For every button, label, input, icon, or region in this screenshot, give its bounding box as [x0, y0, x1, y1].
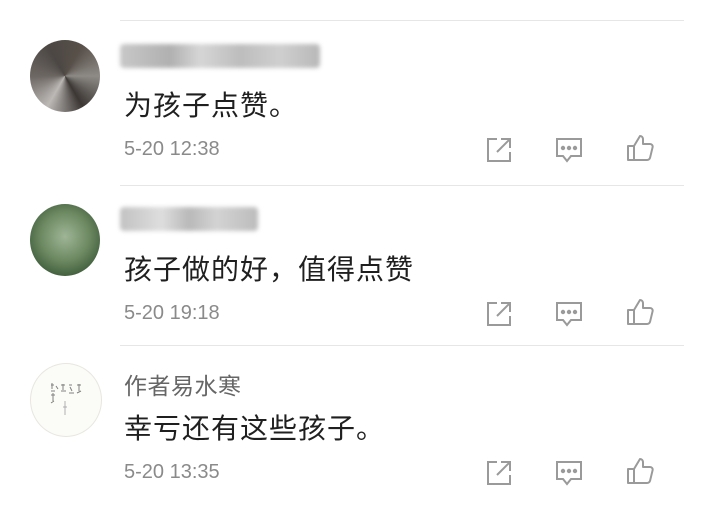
share-icon[interactable] — [483, 457, 515, 489]
share-icon[interactable] — [483, 298, 515, 330]
comment-item-3: 作者易水寒 幸亏还有这些孩子。 5-20 13:35 — [0, 0, 726, 486]
thumbs-up-icon[interactable] — [624, 455, 656, 487]
comment-timestamp: 5-20 13:35 — [124, 461, 220, 483]
divider — [120, 345, 684, 346]
divider — [120, 185, 684, 186]
thumbs-up-icon[interactable] — [624, 296, 656, 328]
comment-text: 幸亏还有这些孩子。 — [124, 412, 386, 445]
comment-icon[interactable] — [553, 298, 585, 330]
avatar[interactable] — [30, 204, 100, 276]
author-name-blurred — [120, 207, 258, 231]
comment-text: 孩子做的好，值得点赞 — [124, 253, 415, 286]
book-cover-icon — [50, 383, 82, 415]
comment-timestamp: 5-20 19:18 — [124, 302, 220, 324]
avatar[interactable] — [30, 363, 102, 437]
comment-icon[interactable] — [553, 457, 585, 489]
author-name[interactable]: 作者易水寒 — [124, 367, 242, 401]
